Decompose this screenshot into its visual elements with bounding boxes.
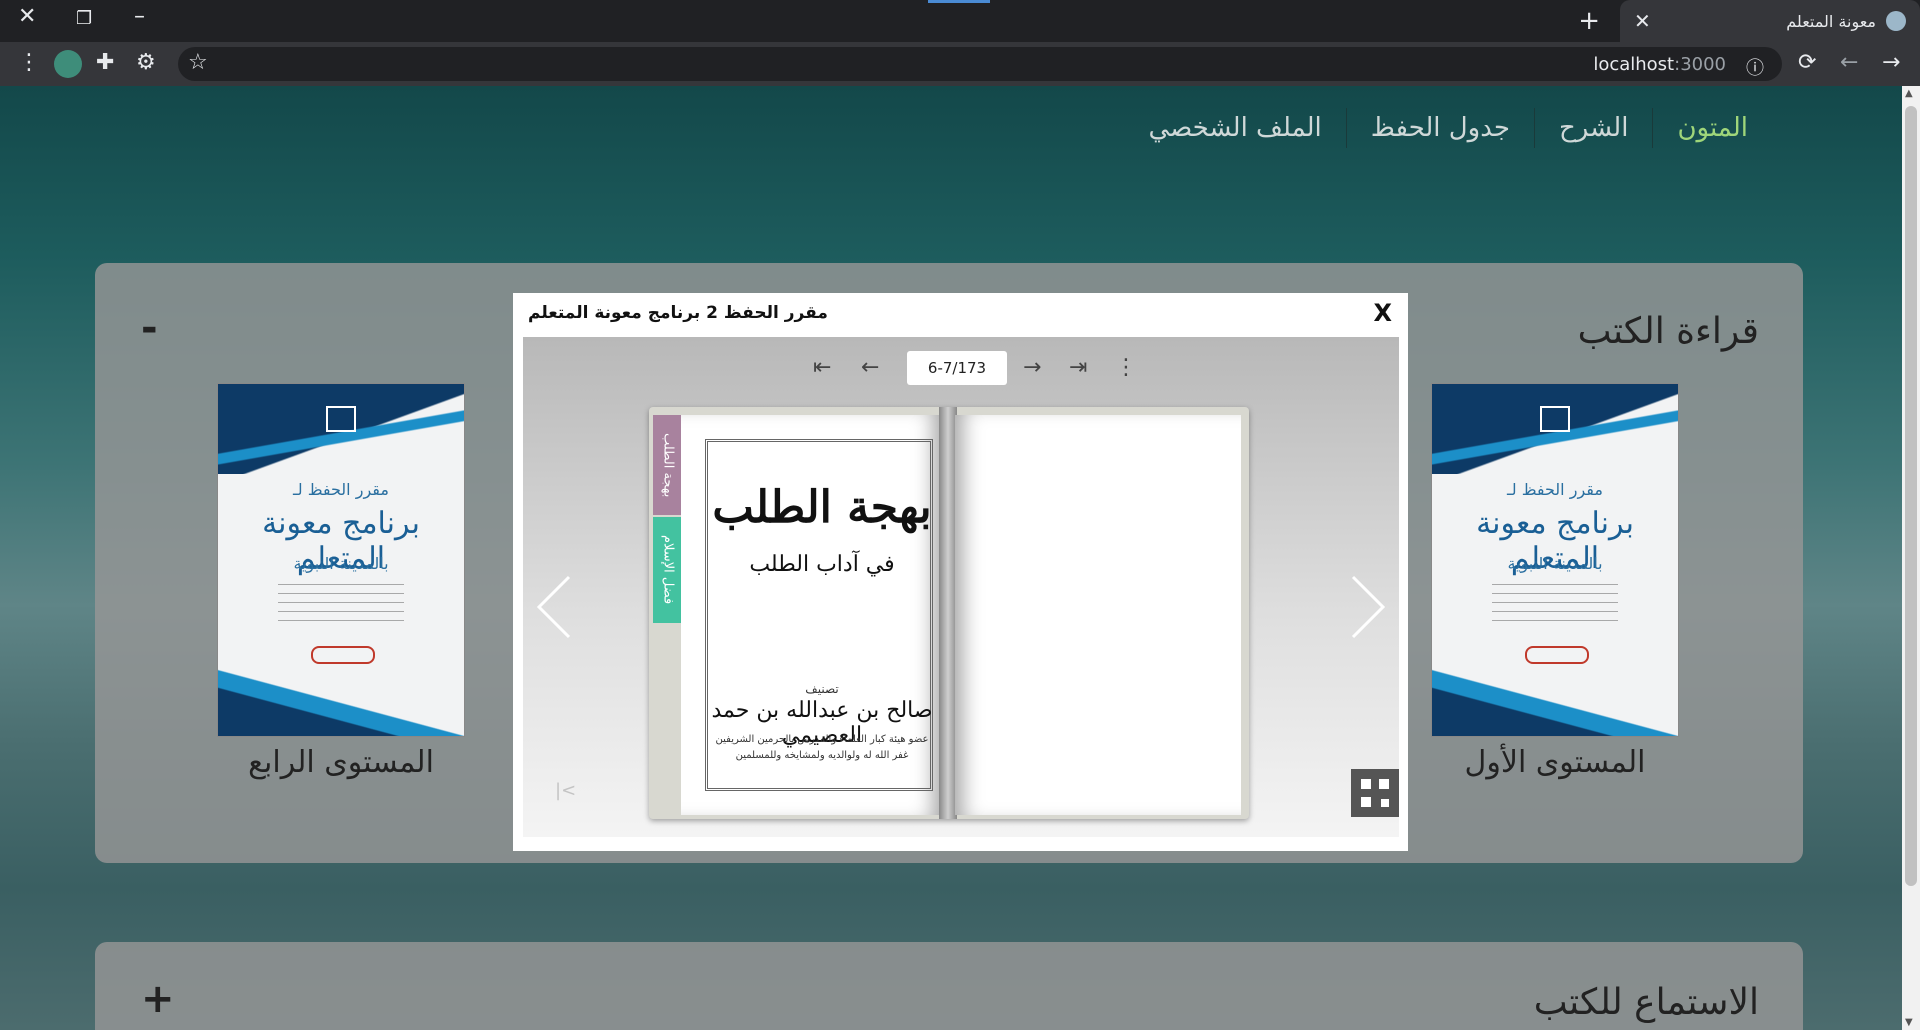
cover-decoration [218, 666, 464, 736]
book-page-title: بهجة الطلب [712, 482, 932, 533]
settings-gear-icon[interactable]: ⚙ [136, 50, 156, 75]
listening-panel: الاستماع للكتب + [95, 942, 1803, 1030]
tab-title: معونة المتعلم [1786, 11, 1876, 31]
scroll-up-icon[interactable]: ▲ [1905, 88, 1913, 99]
flip-prev-arrow-icon[interactable] [535, 575, 575, 639]
cover-decoration [1492, 584, 1618, 624]
tab-close-icon[interactable]: ✕ [1634, 9, 1651, 33]
modal-title: مقرر الحفظ 2 برنامج معونة المتعلم [528, 303, 828, 323]
cover-level-badge [311, 646, 375, 664]
site-info-icon[interactable]: ⓘ [1746, 54, 1764, 80]
page-scrollbar[interactable]: ▲ ▼ [1902, 86, 1920, 1030]
browser-toolbar: ⋮ ✚ ⚙ ☆ localhost:3000 ⓘ ⟳ ← → [0, 42, 1920, 86]
nav-item-schedule[interactable]: جدول الحفظ [1347, 113, 1534, 143]
emblem-icon [326, 406, 356, 432]
forward-icon[interactable]: → [1882, 50, 1900, 75]
cover-text: بالمدينة النبوية [1507, 554, 1603, 573]
cover-decoration [1432, 384, 1678, 494]
flip-next-arrow-icon[interactable] [1347, 575, 1387, 639]
book-spread: بهجة الطلب فضل الإسلام بهجة الطلب في آدا… [649, 407, 1249, 819]
book-card-level-1[interactable]: مقرر الحفظ لـ برنامج معونة المتعلم بالمد… [1431, 383, 1679, 780]
next-page-icon[interactable]: → [1023, 355, 1041, 380]
close-window-icon[interactable]: ✕ [18, 4, 36, 29]
author-line: غفر الله له ولوالديه ولمشايخه وللمسلمين [735, 750, 909, 761]
title-frame: بهجة الطلب في آداب الطلب تصنيف صالح بن ع… [705, 439, 933, 791]
new-tab-button[interactable]: + [1578, 6, 1600, 36]
nav-item-explanation[interactable]: الشرح [1535, 113, 1652, 143]
profile-avatar[interactable] [54, 50, 82, 78]
nav-item-texts[interactable]: المتون [1653, 113, 1772, 143]
main-nav: المتون الشرح جدول الحفظ الملف الشخصي [1124, 108, 1772, 148]
author-line: عضو هيئة كبار العلماء والمدرس بالحرمين ا… [715, 734, 929, 745]
scroll-thumb[interactable] [1905, 106, 1917, 886]
modal-close-button[interactable]: X [1373, 299, 1392, 327]
prev-page-icon[interactable]: ← [861, 355, 879, 380]
address-bar[interactable]: ☆ localhost:3000 ⓘ [178, 47, 1782, 81]
url-text: localhost:3000 [1593, 54, 1726, 75]
menu-kebab-icon[interactable]: ⋮ [18, 50, 40, 75]
cover-level-badge [1525, 646, 1589, 664]
nav-divider [1533, 108, 1535, 148]
nav-divider [1345, 108, 1347, 148]
cover-text: مقرر الحفظ لـ [1507, 480, 1603, 499]
listening-title: الاستماع للكتب [1533, 982, 1759, 1023]
more-options-icon[interactable]: ⋮ [1115, 355, 1137, 380]
nav-divider [1652, 108, 1654, 148]
book-card-level-4[interactable]: مقرر الحفظ لـ برنامج معونة المتعلم بالمد… [217, 383, 465, 780]
faint-first-page-icon[interactable]: |< [555, 780, 576, 801]
cover-text: بالمدينة النبوية [293, 554, 389, 573]
cover-text: مقرر الحفظ لـ [293, 480, 389, 499]
author-prefix: تصنيف [805, 682, 839, 696]
cover-decoration [278, 584, 404, 624]
last-page-icon[interactable]: ⇥ [1069, 355, 1087, 380]
reload-icon[interactable]: ⟳ [1798, 50, 1816, 75]
flipbook-viewer: ⇤ ← → ⇥ ⋮ |< بهجة الطلب فضل الإسلام بهجة… [523, 337, 1399, 837]
bookmark-star-icon[interactable]: ☆ [188, 50, 208, 75]
book-label[interactable]: المستوى الرابع [217, 745, 465, 780]
browser-tab[interactable]: معونة المتعلم ✕ [1620, 0, 1920, 42]
cover-decoration [218, 384, 464, 494]
expand-toggle-button[interactable]: + [141, 976, 175, 1022]
qr-code-button[interactable] [1351, 769, 1399, 817]
book-label[interactable]: المستوى الأول [1431, 745, 1679, 780]
bookmark-tab[interactable]: فضل الإسلام [653, 517, 683, 623]
favicon-icon [1886, 11, 1906, 31]
restore-window-icon[interactable]: ❐ [76, 8, 92, 29]
left-book-page[interactable]: بهجة الطلب في آداب الطلب تصنيف صالح بن ع… [681, 415, 941, 815]
book-cover[interactable]: مقرر الحفظ لـ برنامج معونة المتعلم بالمد… [1431, 383, 1679, 737]
scroll-down-icon[interactable]: ▼ [1905, 1017, 1913, 1028]
emblem-icon [1540, 406, 1570, 432]
qr-code-icon [1361, 779, 1389, 807]
reading-title: قراءة الكتب [1577, 311, 1759, 352]
minimize-window-icon[interactable]: – [134, 4, 145, 29]
extensions-icon[interactable]: ✚ [96, 50, 114, 75]
nav-item-profile[interactable]: الملف الشخصي [1124, 113, 1345, 143]
loading-indicator [928, 0, 990, 3]
cover-decoration [1432, 666, 1678, 736]
author-info: عضو هيئة كبار العلماء والمدرس بالحرمين ا… [708, 732, 936, 764]
first-page-icon[interactable]: ⇤ [813, 355, 831, 380]
page-number-input[interactable] [907, 351, 1007, 385]
back-icon[interactable]: ← [1840, 50, 1858, 75]
collapse-toggle-button[interactable]: - [141, 305, 158, 351]
book-page-subtitle: في آداب الطلب [749, 552, 895, 577]
book-cover[interactable]: مقرر الحفظ لـ برنامج معونة المتعلم بالمد… [217, 383, 465, 737]
right-book-page[interactable] [955, 415, 1241, 815]
bookmark-tab[interactable]: بهجة الطلب [653, 415, 683, 515]
browser-titlebar: ✕ ❐ – + معونة المتعلم ✕ [0, 0, 1920, 42]
book-viewer-modal: مقرر الحفظ 2 برنامج معونة المتعلم X ⇤ ← … [513, 293, 1408, 851]
